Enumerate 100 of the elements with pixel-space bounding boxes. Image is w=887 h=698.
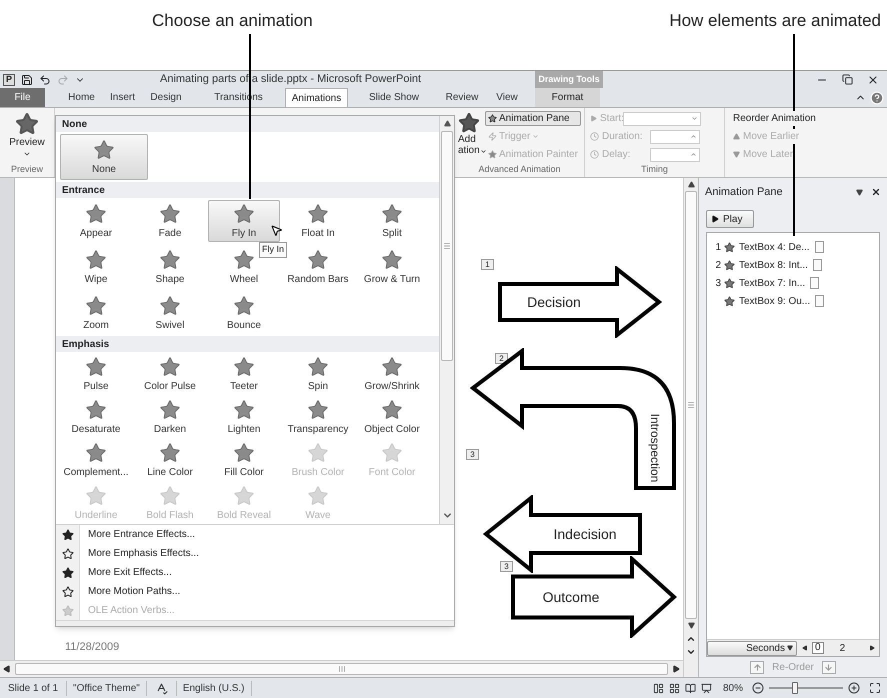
section-header: Entrance xyxy=(56,182,439,198)
spinner-field[interactable] xyxy=(650,130,700,144)
scroll-right-icon[interactable] xyxy=(869,645,875,651)
fit-to-window-icon[interactable] xyxy=(869,682,881,694)
effect-tile[interactable]: Bounce xyxy=(226,292,262,334)
animation-list-item[interactable]: TextBox 9: Ou... xyxy=(707,292,879,310)
spell-check-icon[interactable] xyxy=(154,682,168,694)
add-animation-label[interactable]: ation xyxy=(458,146,487,156)
animation-list-item[interactable]: 3 TextBox 7: In... xyxy=(707,274,879,292)
effect-tile[interactable]: Random Bars xyxy=(286,246,350,288)
slide-show-icon[interactable] xyxy=(700,682,712,694)
effect-tile[interactable]: Object Color xyxy=(363,396,421,438)
animation-tag: 2 xyxy=(495,353,508,364)
horizontal-scrollbar[interactable] xyxy=(0,660,683,677)
effect-tile[interactable]: Transparency xyxy=(286,396,350,438)
effect-tile[interactable]: Grow & Turn xyxy=(362,246,422,288)
effect-tile[interactable]: Desaturate xyxy=(70,396,122,438)
seconds-dropdown[interactable]: Seconds xyxy=(707,640,797,656)
star-icon xyxy=(307,398,329,420)
effect-tile[interactable]: Line Color xyxy=(146,438,194,480)
effect-tile[interactable]: Fill Color xyxy=(223,438,265,480)
ribbon-tab[interactable]: Slide Show xyxy=(348,88,440,107)
star-icon xyxy=(62,528,74,540)
close-icon[interactable] xyxy=(871,187,881,197)
ribbon-button[interactable]: Animation Pane xyxy=(485,111,581,126)
ribbon-tab[interactable]: File xyxy=(0,88,45,107)
effect-tile[interactable]: Pulse xyxy=(82,352,110,394)
scroll-right-icon[interactable] xyxy=(672,665,680,673)
status-text: English (U.S.) xyxy=(176,680,252,696)
effect-tile[interactable]: Split xyxy=(380,200,404,242)
help-icon[interactable] xyxy=(870,91,884,105)
effect-tile[interactable]: Spin xyxy=(306,352,330,394)
effect-tile[interactable]: Fly In xyxy=(208,200,280,242)
star-icon xyxy=(93,139,115,161)
effect-tile[interactable]: None xyxy=(60,134,148,180)
spinner-field[interactable] xyxy=(650,148,700,162)
scroll-left-icon[interactable] xyxy=(802,645,808,651)
zoom-slider-thumb[interactable] xyxy=(792,682,798,694)
timeline-tick: 2 xyxy=(840,642,846,656)
menu-item[interactable]: More Exit Effects... xyxy=(56,563,454,582)
ribbon-tab[interactable]: Design xyxy=(140,88,192,107)
effect-tile[interactable]: Shape xyxy=(154,246,186,288)
app-icon[interactable]: P xyxy=(3,74,15,86)
effect-tile[interactable]: Complement... xyxy=(62,438,130,480)
effect-tile[interactable]: Wipe xyxy=(84,246,108,288)
play-button[interactable]: Play xyxy=(706,210,754,228)
preview-button[interactable]: Preview xyxy=(0,108,54,165)
effect-tile[interactable]: Color Pulse xyxy=(143,352,197,394)
menu-item[interactable]: More Emphasis Effects... xyxy=(56,544,454,563)
ribbon-tab[interactable]: View xyxy=(484,88,530,107)
animation-list-item[interactable]: 1 TextBox 4: De... xyxy=(707,238,879,256)
ribbon-tab[interactable]: Format xyxy=(535,88,600,107)
zoom-in-icon[interactable] xyxy=(848,682,860,694)
next-slide-icon[interactable] xyxy=(686,647,696,657)
move-down-button[interactable] xyxy=(822,660,836,674)
animation-list-item[interactable]: 2 TextBox 8: Int... xyxy=(707,256,879,274)
effect-tile[interactable]: Float In xyxy=(300,200,336,242)
effect-tile[interactable]: Darken xyxy=(152,396,188,438)
effect-tile[interactable]: Wheel xyxy=(228,246,260,288)
group-label: Preview xyxy=(10,165,44,176)
vertical-scrollbar[interactable] xyxy=(683,178,698,677)
ribbon-tab[interactable]: Insert xyxy=(105,88,140,107)
reading-view-icon[interactable] xyxy=(684,682,696,694)
ribbon-tab[interactable]: Home xyxy=(58,88,105,107)
scroll-up-icon[interactable] xyxy=(688,181,694,188)
scroll-thumb[interactable] xyxy=(15,663,668,675)
undo-icon[interactable] xyxy=(39,74,51,86)
star-icon xyxy=(488,114,497,123)
menu-item[interactable]: More Entrance Effects... xyxy=(56,525,454,544)
previous-slide-icon[interactable] xyxy=(686,634,696,644)
effect-tile[interactable]: Lighten xyxy=(226,396,262,438)
effect-tile[interactable]: Teeter xyxy=(229,352,259,394)
move-up-button[interactable] xyxy=(750,660,764,674)
save-icon[interactable] xyxy=(21,74,33,86)
scroll-left-icon[interactable] xyxy=(3,665,11,673)
caret-icon xyxy=(532,133,540,140)
effect-tile[interactable]: Appear xyxy=(78,200,114,242)
slide-sorter-icon[interactable] xyxy=(668,682,680,694)
scroll-thumb[interactable] xyxy=(441,131,453,361)
group-label: Advanced Animation xyxy=(477,165,562,176)
ribbon-tab[interactable]: Review xyxy=(440,88,484,107)
effect-tile[interactable]: Swivel xyxy=(154,292,186,334)
menu-item[interactable]: More Motion Paths... xyxy=(56,582,454,601)
ribbon-tab[interactable]: Animations xyxy=(285,88,348,107)
start-dropdown[interactable] xyxy=(623,112,701,126)
add-animation-label[interactable]: Add xyxy=(458,135,476,145)
star-icon xyxy=(84,356,107,378)
restore-icon[interactable] xyxy=(842,74,853,85)
effect-tile[interactable]: Fade xyxy=(158,200,182,242)
effect-tile[interactable]: Grow/Shrink xyxy=(363,352,420,394)
scrollbar[interactable] xyxy=(439,116,454,524)
scroll-up-icon[interactable] xyxy=(444,120,450,127)
effect-tile[interactable]: Zoom xyxy=(82,292,110,334)
zoom-out-icon[interactable] xyxy=(752,682,764,694)
pane-menu-icon[interactable] xyxy=(856,188,863,196)
normal-view-icon[interactable] xyxy=(652,682,664,694)
star-icon[interactable] xyxy=(458,112,480,134)
scroll-thumb[interactable] xyxy=(685,191,697,619)
close-icon[interactable] xyxy=(867,74,879,86)
scroll-down-icon[interactable] xyxy=(688,622,694,629)
